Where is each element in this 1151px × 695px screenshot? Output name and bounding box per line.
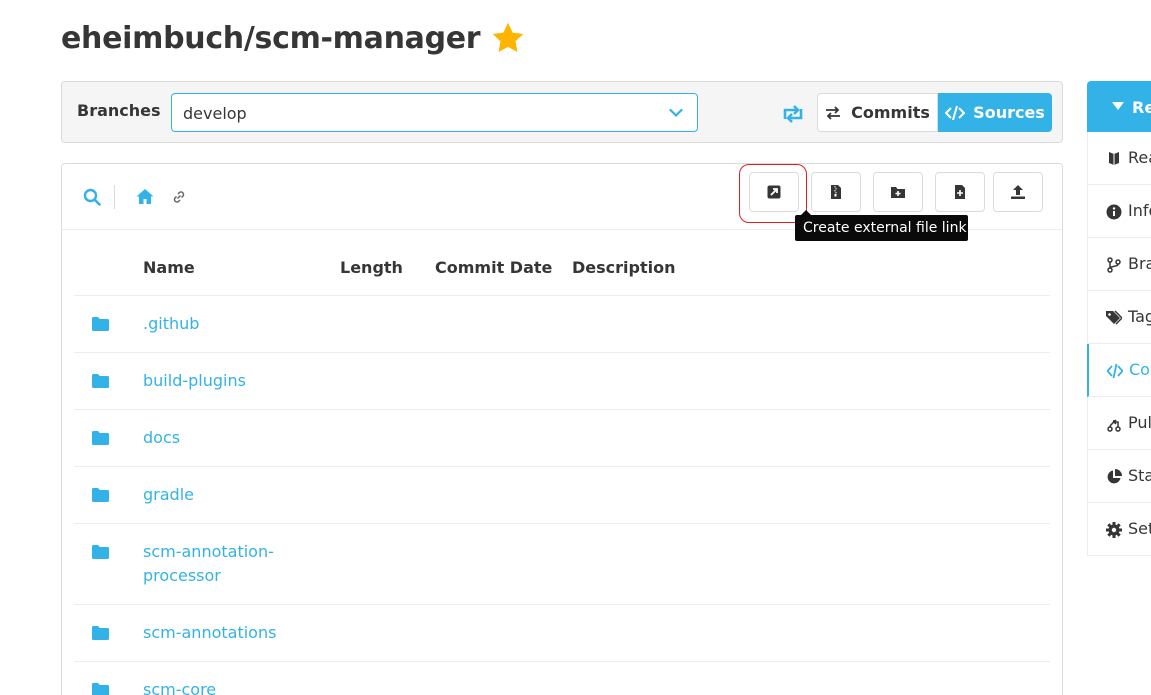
column-header-commit-date[interactable]: Commit Date [435,258,552,277]
sources-button[interactable]: Sources [938,93,1052,132]
file-archive-icon [831,185,841,199]
sidebar-item-readme[interactable]: Rea [1088,132,1151,185]
commits-button-label: Commits [851,103,930,122]
table-row[interactable]: scm-annotation-processor [74,524,1050,605]
table-row[interactable]: scm-annotations [74,605,1050,662]
branch-select[interactable]: develop [171,93,698,132]
file-name-link[interactable]: docs [143,426,293,450]
sidebar-item-label: Tag [1128,307,1151,326]
table-row[interactable]: build-plugins [74,353,1050,410]
permalink-icon[interactable] [172,190,186,204]
table-body: .github build-plugins docs gradle scm-annota… [74,296,1050,695]
file-browser: Create external file link Name Length Co… [61,163,1063,695]
repository-sidebar: Re Rea Info Bra Tag Coo Pul Sta Set [1087,81,1151,556]
sidebar-item-label: Info [1128,201,1151,220]
commits-button[interactable]: Commits [817,93,938,132]
sidebar-item-tags[interactable]: Tag [1088,291,1151,344]
table-row[interactable]: .github [74,296,1050,353]
sidebar-menu: Rea Info Bra Tag Coo Pul Sta Set [1087,132,1151,556]
folder-icon [92,683,109,695]
sidebar-item-statistics[interactable]: Sta [1088,450,1151,503]
sidebar-header[interactable]: Re [1087,81,1151,132]
upload-icon [1011,185,1025,199]
sidebar-item-label: Pul [1128,413,1151,432]
sidebar-item-label: Set [1128,519,1151,538]
branch-icon [1107,257,1121,273]
table-header: Name Length Commit Date Description [74,231,1050,296]
file-name-link[interactable]: gradle [143,483,293,507]
sidebar-item-branch[interactable]: Bra [1088,238,1151,291]
toolbar-divider [114,185,115,209]
file-browser-toolbar: Create external file link [62,164,1062,241]
folder-icon [92,317,109,331]
column-header-length[interactable]: Length [340,258,403,277]
create-file-button[interactable] [935,172,985,212]
table-row[interactable]: scm-core [74,662,1050,695]
upload-button[interactable] [993,172,1043,212]
sidebar-item-code[interactable]: Coo [1087,344,1151,397]
branches-label: Branches [77,101,161,120]
repo-header: eheimbuch/scm-manager [61,20,526,56]
file-name-link[interactable]: .github [143,312,293,336]
caret-down-icon [1112,102,1124,110]
sources-button-label: Sources [973,103,1045,122]
column-header-description[interactable]: Description [572,258,675,277]
file-name-link[interactable]: scm-core [143,678,293,695]
repo-title: eheimbuch/scm-manager [61,20,481,56]
statistics-icon [1107,469,1122,484]
sidebar-header-label: Re [1132,98,1151,117]
sidebar-item-label: Bra [1128,254,1151,273]
sidebar-item-label: Coo [1129,360,1151,379]
search-icon[interactable] [83,188,101,206]
folder-icon [92,488,109,502]
settings-icon [1106,522,1122,538]
file-name-link[interactable]: scm-annotations [143,621,293,645]
folder-icon [92,431,109,445]
chevron-down-icon [669,108,683,118]
sidebar-item-label: Rea [1128,148,1151,167]
info-icon [1106,204,1122,220]
view-switch: Commits Sources [817,93,1052,132]
table-row[interactable]: gradle [74,467,1050,524]
folder-icon [92,626,109,640]
sidebar-item-pull-request[interactable]: Pul [1088,397,1151,450]
file-name-link[interactable]: scm-annotation-processor [143,540,293,588]
sidebar-item-info[interactable]: Info [1088,185,1151,238]
create-folder-button[interactable] [873,172,923,212]
upload-zip-button[interactable] [811,172,861,212]
tags-icon [1106,310,1122,325]
table-row[interactable]: docs [74,410,1050,467]
exchange-icon [826,105,841,120]
code-icon [1107,363,1123,379]
file-name-link[interactable]: build-plugins [143,369,293,393]
home-icon[interactable] [136,188,154,205]
code-icon [945,105,966,120]
retweet-icon[interactable] [779,103,807,125]
branch-bar: Branches develop Commits Sources [61,81,1063,143]
file-plus-icon [955,185,965,199]
readme-icon [1109,152,1119,165]
star-icon[interactable] [490,20,526,56]
sidebar-item-settings[interactable]: Set [1088,503,1151,556]
pull-request-icon [1107,419,1121,432]
folder-icon [92,374,109,388]
branch-select-value: develop [183,104,247,123]
folder-plus-icon [891,187,905,198]
file-table: Name Length Commit Date Description .git… [74,231,1050,695]
folder-icon [92,545,109,559]
column-header-name[interactable]: Name [143,258,195,277]
sidebar-item-label: Sta [1128,466,1151,485]
